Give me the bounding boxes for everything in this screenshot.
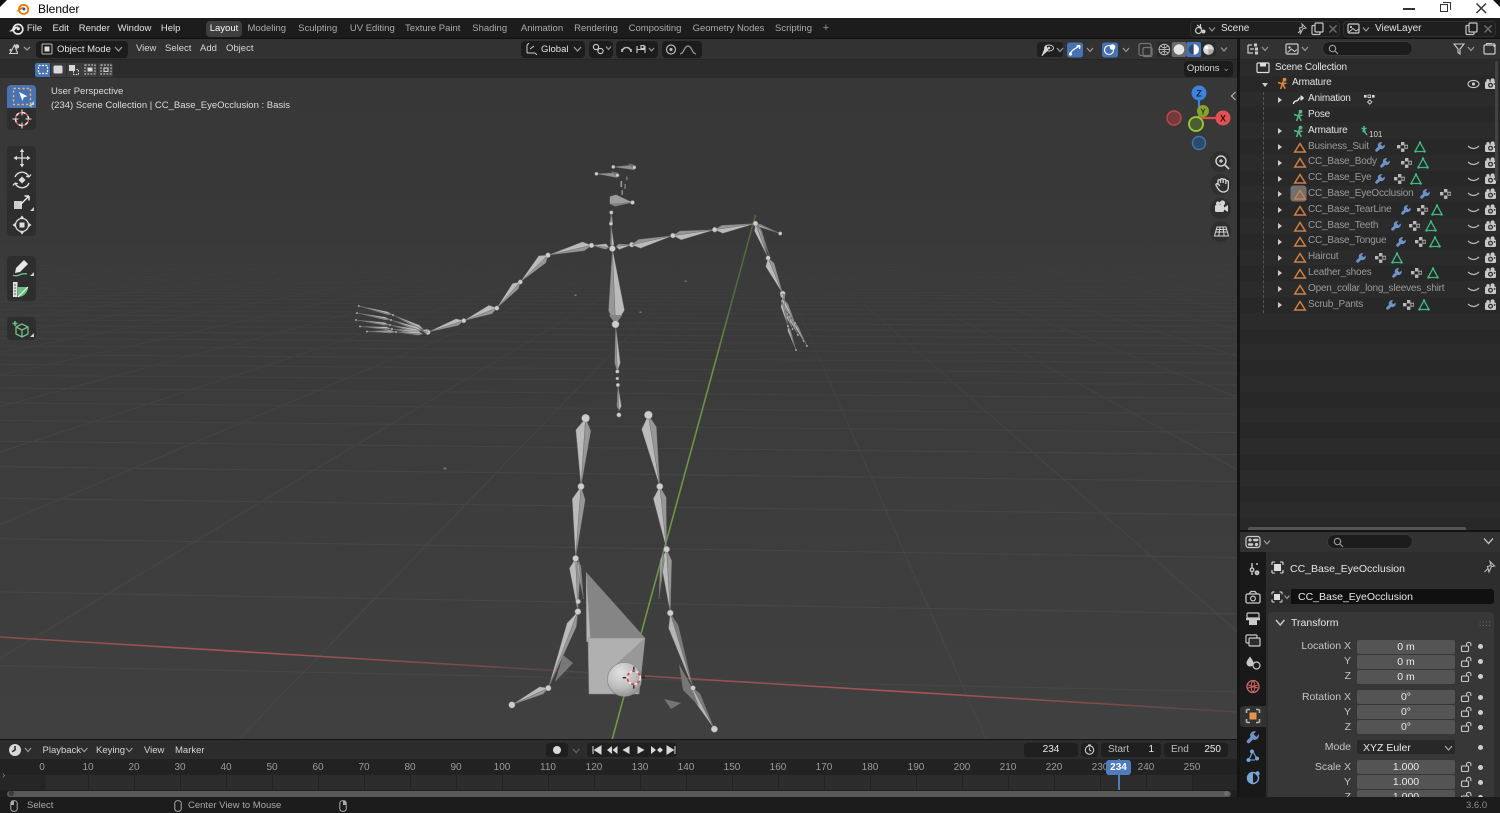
- svg-text:Y: Y: [1200, 108, 1206, 117]
- svg-text:Z: Z: [1196, 89, 1202, 99]
- svg-text:101: 101: [1369, 130, 1383, 139]
- svg-text:X: X: [1220, 114, 1226, 124]
